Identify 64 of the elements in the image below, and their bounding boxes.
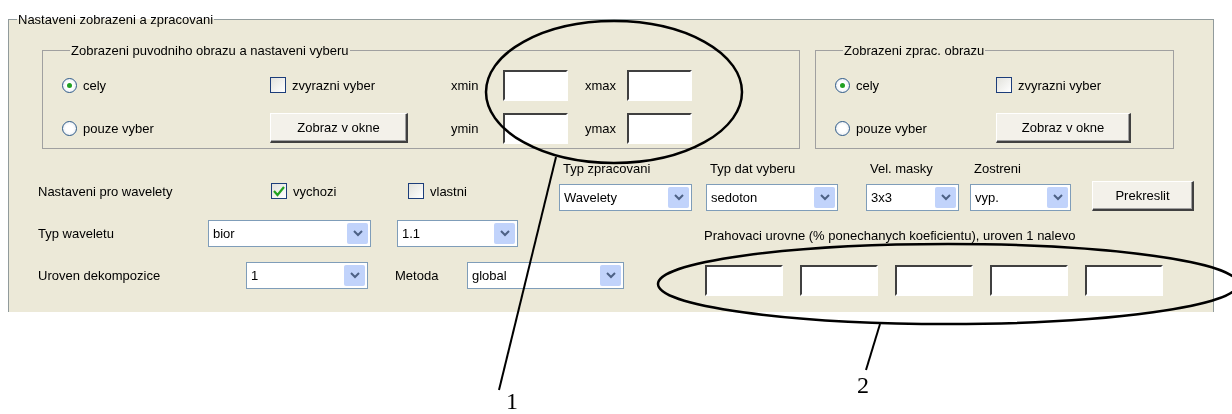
group-title: Zobrazeni puvodniho obrazu a nastaveni vyberu (70, 43, 350, 58)
chevron-down-icon (819, 194, 830, 201)
input-field[interactable] (503, 112, 568, 144)
dropdown[interactable]: global (467, 261, 624, 289)
threshold-field[interactable] (705, 265, 783, 296)
radio-label: pouze vyber (856, 120, 927, 136)
radio-label: cely (856, 77, 880, 93)
dropdown-label: Typ dat vyberu (710, 161, 796, 177)
method-label: Metoda (395, 267, 440, 283)
decomposition-label: Uroven dekompozice (38, 267, 162, 283)
callout-number: 2 (857, 372, 869, 399)
radio-button[interactable] (835, 120, 850, 136)
threshold-field[interactable] (1085, 265, 1163, 296)
radio-label: pouze vyber (83, 120, 154, 136)
dropdown-label: Zostreni (974, 161, 1021, 177)
dropdown[interactable]: vyp. (970, 184, 1071, 211)
checkbox-label: zvyrazni vyber (292, 77, 376, 93)
field-label: ymin (451, 120, 480, 136)
radio-button[interactable] (62, 120, 77, 136)
field-label: xmin (451, 77, 480, 93)
dropdown[interactable]: sedoton (706, 184, 838, 211)
chevron-down-icon (499, 229, 510, 237)
chevron-down-icon (1052, 194, 1063, 201)
wavelet-type-label: Typ waveletu (38, 225, 115, 241)
dropdown[interactable]: 3x3 (866, 184, 959, 211)
chevron-down-icon (349, 271, 360, 279)
leader-line (865, 323, 881, 371)
wavelet-settings-label: Nastaveni pro wavelety (38, 183, 174, 199)
field-label: ymax (585, 120, 618, 136)
callout-number: 1 (506, 388, 518, 414)
dropdown-label: Typ zpracovani (563, 161, 651, 177)
show-window-button[interactable]: Zobraz v okne (996, 113, 1131, 143)
checkbox[interactable] (270, 77, 286, 93)
radio-button[interactable] (62, 77, 77, 93)
checkbox[interactable] (271, 183, 287, 199)
checkmark-icon (273, 185, 285, 197)
chevron-down-icon (605, 271, 616, 279)
radio-button[interactable] (835, 77, 850, 93)
checkbox-label: zvyrazni vyber (1018, 77, 1102, 93)
show-window-button[interactable]: Zobraz v okne (270, 113, 408, 143)
chevron-down-icon (940, 194, 951, 201)
field-label: xmax (585, 77, 618, 93)
chevron-down-icon (352, 229, 363, 237)
input-field[interactable] (627, 69, 692, 101)
group-title: Zobrazeni zprac. obrazu (843, 43, 986, 58)
panel-title: Nastaveni zobrazeni a zpracovani (17, 12, 215, 27)
input-field[interactable] (627, 112, 692, 144)
threshold-field[interactable] (895, 265, 973, 296)
checkbox[interactable] (996, 77, 1012, 93)
checkbox[interactable] (408, 183, 424, 199)
chevron-down-icon (673, 194, 684, 201)
dropdown[interactable]: 1 (246, 261, 368, 289)
dropdown[interactable]: Wavelety (559, 184, 692, 211)
threshold-field[interactable] (990, 265, 1068, 296)
checkbox-label: vlastni (430, 183, 467, 199)
redraw-button[interactable]: Prekreslit (1092, 181, 1194, 211)
dropdown[interactable]: bior (208, 219, 371, 247)
radio-label: cely (83, 77, 107, 93)
checkbox-label: vychozi (293, 183, 337, 199)
thresholds-label: Prahovaci urovne (% ponechanych koeficientu), uroven 1 nalevo (704, 228, 1076, 243)
input-field[interactable] (503, 69, 568, 101)
dropdown-label: Vel. masky (870, 161, 933, 177)
threshold-field[interactable] (800, 265, 878, 296)
dropdown[interactable]: 1.1 (397, 219, 518, 247)
